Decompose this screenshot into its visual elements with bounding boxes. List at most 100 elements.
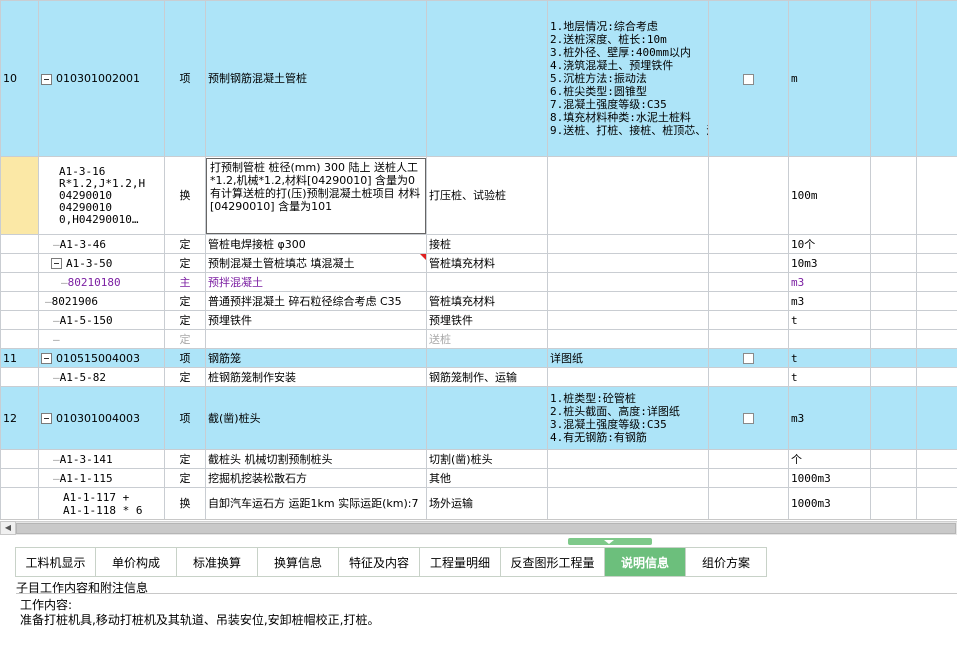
unit[interactable]: t (788, 348, 871, 368)
work-content[interactable]: 送桩 (426, 329, 548, 349)
quota-code: A1-5-150 (59, 313, 113, 327)
bill-grid[interactable]: 10 010301002001 项 预制钢筋混凝土管桩 1.地层情况:综合考虑 … (0, 0, 957, 520)
row-number: 10 (0, 0, 39, 157)
item-feature[interactable]: 1.桩类型:砼管桩 2.桩头截面、高度:详图纸 3.混凝土强度等级:C35 4.… (547, 386, 709, 450)
table-row[interactable]: A1-3-50 定 预制混凝土管桩填芯 填混凝土 管桩填充材料 10m3 (0, 253, 957, 273)
item-name[interactable]: 管桩电焊接桩 φ300 (205, 234, 427, 254)
scrollbar-thumb[interactable] (16, 523, 956, 534)
tab-pricing-plan[interactable]: 组价方案 (686, 547, 767, 577)
item-feature[interactable]: 1.地层情况:综合考虑 2.送桩深度、桩长:10m 3.桩外径、壁厚:400mm… (547, 0, 709, 157)
work-content[interactable]: 管桩填充材料 (426, 291, 548, 311)
quota-name-editor[interactable]: 打预制管桩 桩径(mm) 300 陆上 送桩人工*1.2,机械*1.2,材料[0… (206, 157, 426, 234)
table-row[interactable]: —8021906 定 普通预拌混凝土 碎石粒径综合考虑 C35 管桩填充材料 m… (0, 291, 957, 311)
item-name[interactable]: 自卸汽车运石方 运距1km 实际运距(km):7 (205, 487, 427, 519)
item-name[interactable]: 钢筋笼 (205, 348, 427, 368)
item-type: 换 (164, 156, 206, 235)
collapse-minus-icon[interactable] (51, 258, 62, 269)
bill-code: 010301002001 (56, 72, 140, 85)
tab-quantity-detail[interactable]: 工程量明细 (420, 547, 501, 577)
unit[interactable]: 100m (788, 156, 871, 235)
item-name[interactable]: 截桩头 机械切割预制桩头 (205, 449, 427, 469)
table-row[interactable]: —A1-5-150 定 预埋铁件 预埋铁件 t (0, 310, 957, 330)
unit[interactable] (788, 329, 871, 349)
item-name[interactable]: 普通预拌混凝土 碎石粒径综合考虑 C35 (205, 291, 427, 311)
table-row[interactable]: 12 010301004003 项 截(凿)桩头 1.桩类型:砼管桩 2.桩头截… (0, 386, 957, 450)
work-content[interactable]: 管桩填充材料 (426, 253, 548, 273)
work-content[interactable]: 接桩 (426, 234, 548, 254)
table-row[interactable]: 10 010301002001 项 预制钢筋混凝土管桩 1.地层情况:综合考虑 … (0, 0, 957, 157)
unit[interactable]: m3 (788, 291, 871, 311)
work-content[interactable] (426, 348, 548, 368)
work-content[interactable]: 其他 (426, 468, 548, 488)
item-type: 定 (164, 234, 206, 254)
work-content[interactable]: 切割(凿)桩头 (426, 449, 548, 469)
item-type: 主 (164, 272, 206, 292)
work-content[interactable]: 钢筋笼制作、运输 (426, 367, 548, 387)
item-name[interactable]: 截(凿)桩头 (205, 386, 427, 450)
content-body: 准备打桩机具,移动打桩机及其轨道、吊装安位,安卸桩帽校正,打桩。 (20, 613, 380, 627)
quota-code[interactable]: A1-3-16 R*1.2,J*1.2,H 04290010 04290010 … (38, 156, 165, 235)
item-type: 定 (164, 310, 206, 330)
item-type: 项 (164, 348, 206, 368)
arrow-left-icon[interactable]: ◀ (0, 521, 16, 535)
table-row[interactable]: A1-3-16 R*1.2,J*1.2,H 04290010 04290010 … (0, 156, 957, 235)
work-content[interactable] (426, 272, 548, 292)
tree-connector: — (53, 452, 60, 466)
detail-tabs: 工料机显示 单价构成 标准换算 换算信息 特征及内容 工程量明细 反查图形工程量… (15, 547, 767, 577)
output-checkbox[interactable] (743, 413, 754, 424)
unit[interactable]: 10m3 (788, 253, 871, 273)
tab-description[interactable]: 说明信息 (605, 547, 686, 577)
tree-connector: — (53, 237, 60, 251)
item-feature[interactable]: 详图纸 (547, 348, 709, 368)
item-name[interactable]: 预埋铁件 (205, 310, 427, 330)
table-row[interactable]: 11 010515004003 项 钢筋笼 详图纸 t (0, 348, 957, 368)
unit[interactable]: m3 (788, 272, 871, 292)
table-row[interactable]: —A1-3-46 定 管桩电焊接桩 φ300 接桩 10个 (0, 234, 957, 254)
table-row[interactable]: A1-1-117 + A1-1-118 * 6 换 自卸汽车运石方 运距1km … (0, 487, 957, 519)
item-name[interactable]: 桩钢筋笼制作安装 (205, 367, 427, 387)
item-name[interactable]: 挖掘机挖装松散石方 (205, 468, 427, 488)
tab-unit-price[interactable]: 单价构成 (96, 547, 177, 577)
item-name[interactable]: 预制混凝土管桩填芯 填混凝土 (205, 253, 427, 273)
item-name[interactable] (205, 329, 427, 349)
work-content[interactable] (426, 0, 548, 157)
description-content: 工作内容: 准备打桩机具,移动打桩机及其轨道、吊装安位,安卸桩帽校正,打桩。 (20, 598, 379, 628)
work-content[interactable]: 预埋铁件 (426, 310, 548, 330)
unit[interactable]: 10个 (788, 234, 871, 254)
output-checkbox[interactable] (743, 73, 754, 85)
table-row[interactable]: —A1-1-115 定 挖掘机挖装松散石方 其他 1000m3 (0, 468, 957, 488)
item-type: 项 (164, 0, 206, 157)
quota-code: A1-3-141 (59, 452, 113, 466)
tab-reverse-lookup[interactable]: 反查图形工程量 (501, 547, 605, 577)
tab-features[interactable]: 特征及内容 (339, 547, 420, 577)
chevron-down-icon[interactable] (604, 540, 614, 544)
unit[interactable]: t (788, 310, 871, 330)
material-code: 80210180 (67, 275, 121, 289)
work-content[interactable] (426, 386, 548, 450)
collapse-minus-icon[interactable] (41, 413, 52, 424)
collapse-minus-icon[interactable] (41, 353, 52, 364)
tab-conversion-info[interactable]: 换算信息 (258, 547, 339, 577)
work-content[interactable]: 打压桩、试验桩 (426, 156, 548, 235)
row-number: 11 (0, 348, 39, 368)
item-name[interactable]: 预拌混凝土 (205, 272, 427, 292)
table-row[interactable]: —A1-3-141 定 截桩头 机械切割预制桩头 切割(凿)桩头 个 (0, 449, 957, 469)
table-row[interactable]: — 定 送桩 (0, 329, 957, 349)
tab-labor-material[interactable]: 工料机显示 (15, 547, 96, 577)
unit[interactable]: 个 (788, 449, 871, 469)
table-row[interactable]: —A1-5-82 定 桩钢筋笼制作安装 钢筋笼制作、运输 t (0, 367, 957, 387)
work-content[interactable]: 场外运输 (426, 487, 548, 519)
unit[interactable]: m (788, 0, 871, 157)
unit[interactable]: 1000m3 (788, 468, 871, 488)
collapse-minus-icon[interactable] (41, 73, 52, 85)
unit[interactable]: m3 (788, 386, 871, 450)
quota-code[interactable]: A1-1-117 + A1-1-118 * 6 (38, 487, 165, 519)
horizontal-scrollbar[interactable] (16, 521, 957, 535)
unit[interactable]: 1000m3 (788, 487, 871, 519)
unit[interactable]: t (788, 367, 871, 387)
output-checkbox[interactable] (743, 353, 754, 364)
tab-standard-conversion[interactable]: 标准换算 (177, 547, 258, 577)
table-row[interactable]: —80210180 主 预拌混凝土 m3 (0, 272, 957, 292)
row-number: 12 (0, 386, 39, 450)
item-name[interactable]: 预制钢筋混凝土管桩 (205, 0, 427, 157)
